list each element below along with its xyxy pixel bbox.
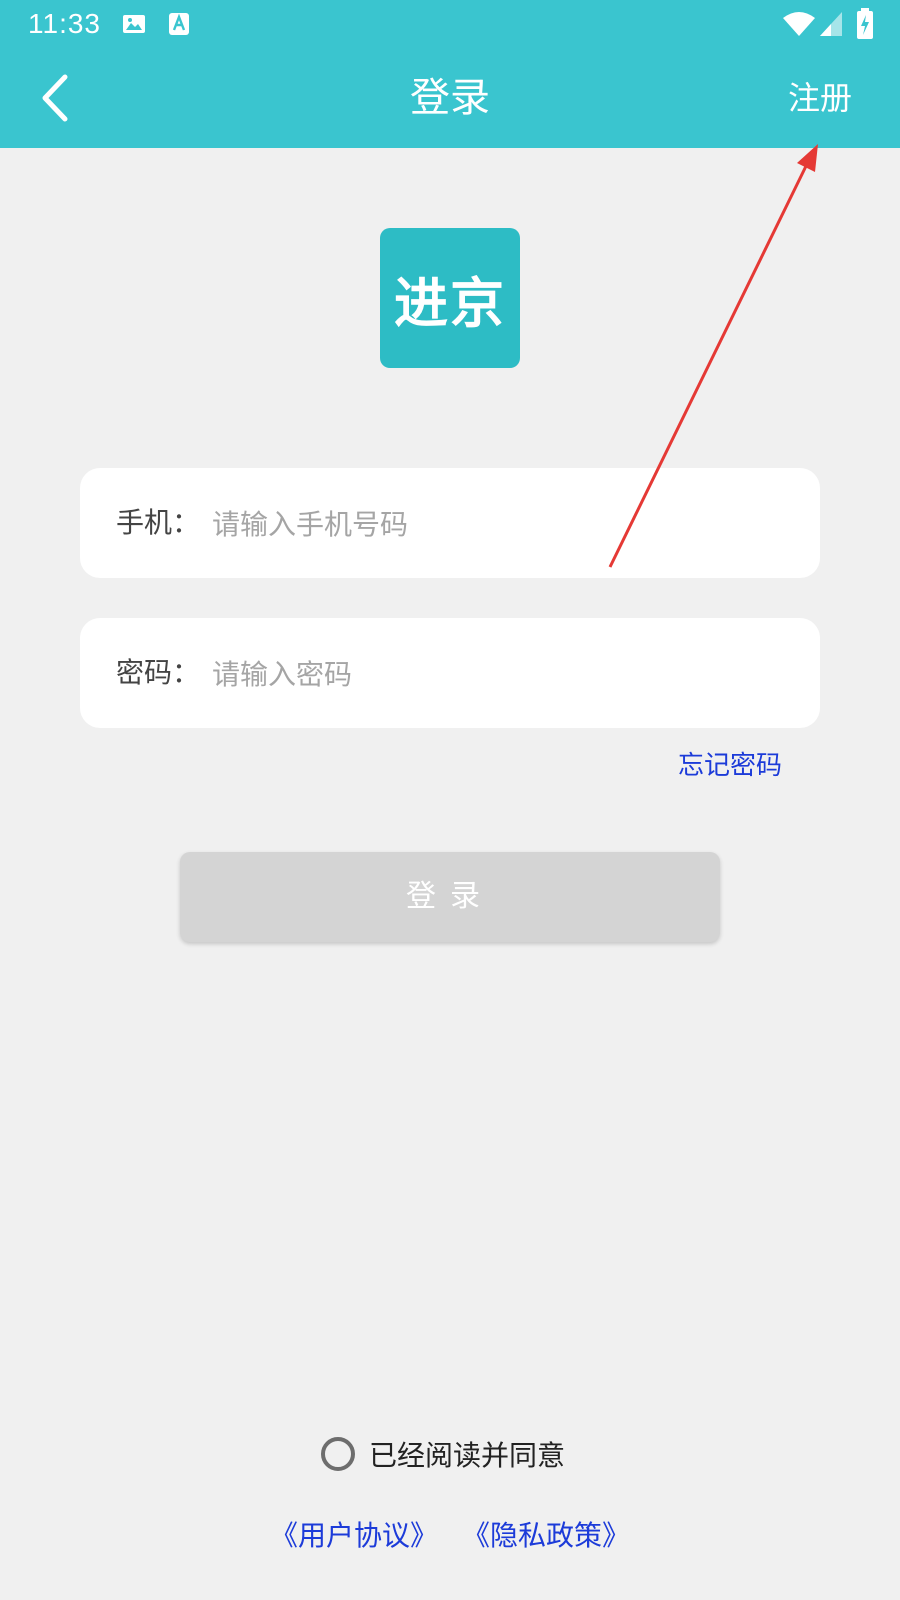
register-button[interactable]: 注册 — [788, 48, 852, 148]
app-logo: 进京 — [380, 228, 520, 368]
privacy-policy-link[interactable]: 《隐私政策》 — [462, 1514, 630, 1554]
agreement-row: 已经阅读并同意 — [0, 1432, 900, 1476]
wifi-icon — [782, 10, 816, 42]
user-agreement-link[interactable]: 《用户协议》 — [270, 1514, 438, 1554]
image-icon — [122, 12, 146, 40]
status-time: 11:33 — [28, 8, 101, 39]
password-field-container: 密码： — [80, 618, 820, 728]
phone-input[interactable] — [210, 493, 794, 555]
login-button[interactable]: 登录 — [180, 852, 720, 942]
status-bar: 11:33 — [0, 0, 900, 48]
agree-radio[interactable] — [320, 1437, 355, 1471]
text-a-icon — [168, 12, 190, 40]
forgot-password-link[interactable]: 忘记密码 — [678, 745, 782, 782]
page-title: 登录 — [410, 75, 490, 121]
phone-label: 手机： — [116, 506, 201, 539]
phone-field-container: 手机： — [80, 468, 820, 578]
signal-icon — [818, 10, 844, 42]
back-button[interactable] — [30, 70, 80, 126]
agree-label: 已经阅读并同意 — [368, 1439, 565, 1472]
password-label: 密码： — [116, 656, 201, 689]
app-bar: 登录 注册 — [0, 48, 900, 148]
password-input[interactable] — [210, 643, 794, 705]
chevron-left-icon — [42, 74, 68, 122]
battery-icon — [856, 8, 874, 44]
policy-row: 《用户协议》 《隐私政策》 — [0, 1512, 900, 1556]
